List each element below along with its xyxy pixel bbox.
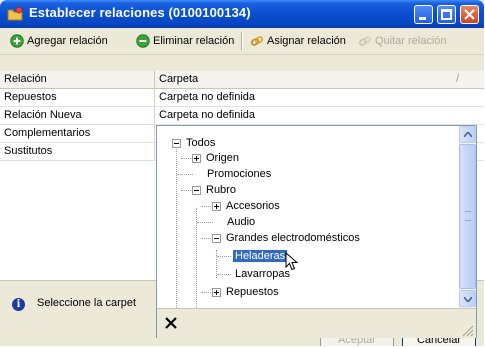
folder-tree: Todos Origen Promociones Rubro Accesorio… — [157, 126, 459, 308]
status-message: Seleccione la carpet — [37, 297, 137, 309]
tree-line — [176, 144, 177, 308]
toolbar: Agregar relación Eliminar relación Asign… — [0, 28, 484, 55]
folder-link-icon — [7, 6, 23, 21]
carpeta-dropdown[interactable]: Carpeta no definida — [155, 107, 484, 124]
scroll-up-button[interactable] — [459, 126, 476, 143]
tree-line — [197, 222, 213, 223]
expand-toggle[interactable] — [212, 288, 221, 297]
window-title: Establecer relaciones (0100100134) — [29, 5, 251, 20]
title-bar[interactable]: Establecer relaciones (0100100134) — [0, 0, 484, 28]
collapse-toggle[interactable] — [172, 139, 181, 148]
tree-line — [217, 274, 231, 275]
cell-relacion: Relación Nueva — [0, 107, 155, 124]
info-icon: i — [12, 298, 25, 311]
toolbar-separator — [241, 32, 243, 50]
add-relation-button[interactable]: Agregar relación — [10, 33, 108, 49]
column-header-relacion[interactable]: Relación — [0, 71, 155, 88]
tree-node-promociones[interactable]: Promociones — [207, 166, 271, 182]
resize-grip-icon[interactable] — [460, 323, 474, 337]
close-button[interactable] — [460, 5, 479, 24]
scroll-thumb[interactable] — [459, 144, 476, 289]
tree-line — [217, 256, 231, 257]
table-row[interactable]: Relación Nueva Carpeta no definida — [0, 107, 484, 125]
sort-indicator: / — [456, 73, 460, 85]
scroll-grip-icon — [465, 211, 471, 221]
remove-icon — [136, 34, 150, 48]
tree-line — [177, 174, 193, 175]
cell-carpeta: Carpeta no definida — [159, 91, 256, 103]
close-icon — [464, 9, 475, 20]
mouse-cursor-icon — [285, 252, 299, 271]
cell-relacion: Repuestos — [0, 89, 155, 106]
expand-toggle[interactable] — [192, 154, 201, 163]
unlink-icon — [358, 36, 372, 46]
clear-relation-button[interactable]: Quitar relación — [358, 33, 447, 49]
popup-footer — [157, 308, 476, 338]
grid-header: Relación Carpeta / — [0, 71, 484, 89]
expand-toggle[interactable] — [212, 202, 221, 211]
tree-node-lavarropas[interactable]: Lavarropas — [235, 266, 290, 282]
chevron-up-icon — [464, 132, 472, 137]
link-icon — [250, 36, 264, 46]
cell-relacion: Sustitutos — [0, 143, 155, 160]
dialog-window: Establecer relaciones (0100100134) Agreg… — [0, 0, 484, 346]
tree-node-audio[interactable]: Audio — [227, 214, 255, 230]
chevron-down-icon — [464, 297, 472, 302]
maximize-button[interactable] — [437, 5, 456, 24]
assign-relation-button[interactable]: Asignar relación — [250, 33, 346, 49]
cell-relacion: Complementarios — [0, 125, 155, 142]
folder-tree-popup: Todos Origen Promociones Rubro Accesorio… — [156, 125, 477, 338]
collapse-toggle[interactable] — [192, 186, 201, 195]
tree-node-heladeras[interactable]: Heladeras — [233, 248, 288, 264]
tree-line — [196, 208, 197, 308]
column-header-carpeta[interactable]: Carpeta / — [155, 71, 484, 88]
minimize-button[interactable] — [414, 5, 433, 24]
collapse-toggle[interactable] — [212, 234, 221, 243]
tree-scrollbar[interactable] — [459, 126, 476, 308]
remove-relation-button[interactable]: Eliminar relación — [136, 33, 234, 49]
add-icon — [10, 34, 24, 48]
close-popup-icon[interactable] — [163, 315, 179, 331]
scroll-down-button[interactable] — [459, 290, 476, 307]
table-row[interactable]: Repuestos Carpeta no definida — [0, 89, 484, 107]
